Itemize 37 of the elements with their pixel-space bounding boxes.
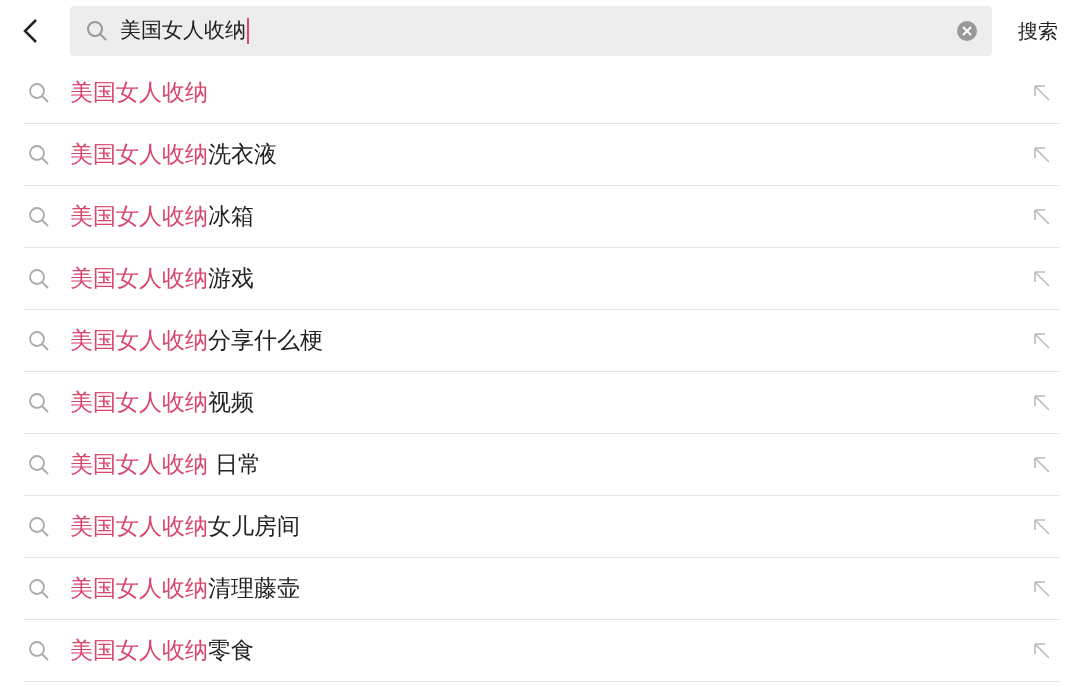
search-icon (28, 453, 50, 476)
back-icon[interactable] (22, 18, 38, 44)
search-button[interactable]: 搜索 (1018, 16, 1058, 46)
search-icon (86, 20, 108, 42)
suggestion-text[interactable]: 美国女人收纳冰箱 (70, 199, 254, 234)
fill-arrow-icon[interactable] (1032, 82, 1052, 103)
search-icon (28, 329, 50, 352)
suggestion-text[interactable]: 美国女人收纳视频 (70, 385, 254, 420)
fill-arrow-icon[interactable] (1032, 454, 1052, 475)
search-icon (28, 639, 50, 662)
suggestion-text[interactable]: 美国女人收纳 (70, 75, 208, 110)
fill-arrow-icon[interactable] (1032, 578, 1052, 599)
search-icon (28, 515, 50, 538)
suggestion-text[interactable]: 美国女人收纳游戏 (70, 261, 254, 296)
fill-arrow-icon[interactable] (1032, 516, 1052, 537)
suggestion-text[interactable]: 美国女人收纳女儿房间 (70, 509, 300, 544)
fill-arrow-icon[interactable] (1032, 206, 1052, 227)
text-cursor (247, 18, 249, 44)
clear-icon[interactable] (956, 20, 978, 42)
suggestion-text[interactable]: 美国女人收纳清理藤壶 (70, 571, 300, 606)
search-icon (28, 81, 50, 104)
search-icon (28, 143, 50, 166)
suggestion-text[interactable]: 美国女人收纳洗衣液 (70, 137, 277, 172)
fill-arrow-icon[interactable] (1032, 268, 1052, 289)
fill-arrow-icon[interactable] (1032, 144, 1052, 165)
search-icon (28, 205, 50, 228)
search-icon (28, 577, 50, 600)
suggestion-text[interactable]: 美国女人收纳 日常 (70, 447, 262, 482)
suggestion-text[interactable]: 美国女人收纳零食 (70, 633, 254, 668)
search-field[interactable]: 美国女人收纳 (70, 6, 992, 56)
search-icon (28, 267, 50, 290)
suggestion-text[interactable]: 美国女人收纳分享什么梗 (70, 323, 323, 358)
search-icon (28, 391, 50, 414)
fill-arrow-icon[interactable] (1032, 640, 1052, 661)
search-query: 美国女人收纳 (120, 17, 246, 45)
fill-arrow-icon[interactable] (1032, 392, 1052, 413)
fill-arrow-icon[interactable] (1032, 330, 1052, 351)
